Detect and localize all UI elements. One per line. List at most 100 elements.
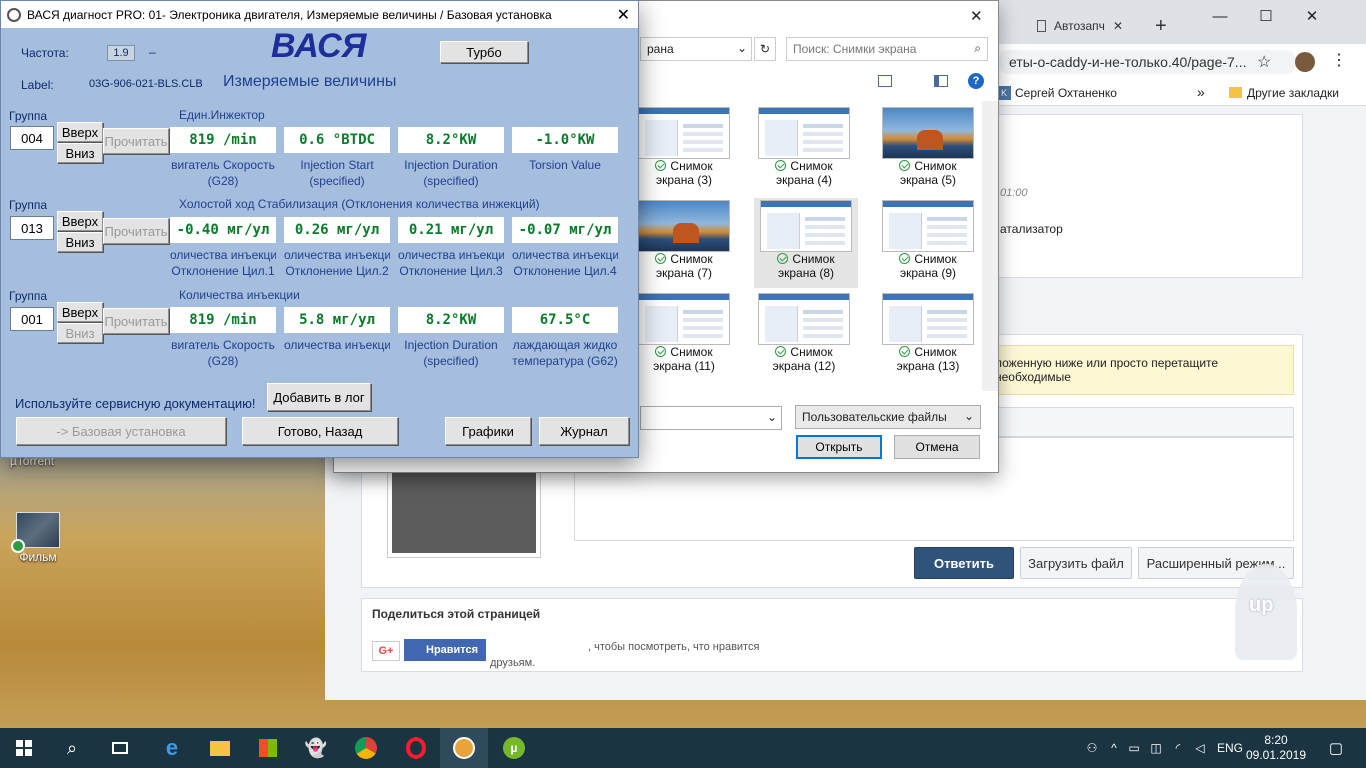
value-field: 0.6 °BTDC xyxy=(284,127,390,153)
value-caption: вигатель Скорость (G28) xyxy=(171,338,275,368)
file-thumb[interactable]: Снимок экрана (11) xyxy=(634,293,734,373)
ghost-app-icon[interactable]: 👻 xyxy=(292,728,340,768)
add-to-log-button[interactable]: Добавить в лог xyxy=(267,383,371,411)
star-icon[interactable]: ☆ xyxy=(1257,52,1271,72)
bookmark-user[interactable]: Сергей Охтаненко xyxy=(1015,86,1117,100)
chrome-icon[interactable] xyxy=(342,728,390,768)
filename-input[interactable]: ⌄ xyxy=(640,406,782,430)
basic-setup-button[interactable]: -> Базовая установка xyxy=(16,417,226,445)
value-caption: Injection Start (specified) xyxy=(300,158,374,188)
bookmarks-more[interactable]: » xyxy=(1197,84,1205,100)
battery-icon[interactable]: ▭ xyxy=(1124,728,1144,768)
group-down-button[interactable]: Вниз xyxy=(57,323,103,343)
view-icon[interactable] xyxy=(878,75,892,87)
notifications-icon[interactable]: ▢ xyxy=(1318,728,1354,768)
vasya-window: ВАСЯ диагност PRO: 01- Электроника двига… xyxy=(0,0,639,458)
thumb-image xyxy=(882,293,974,345)
done-back-button[interactable]: Готово, Назад xyxy=(242,417,398,445)
group-heading: Холостой ход Стабилизация (Отклонения ко… xyxy=(179,197,540,211)
file-thumb[interactable]: Снимок экрана (9) xyxy=(878,200,978,280)
network-icon[interactable]: ◫ xyxy=(1146,728,1166,768)
pane-icon[interactable] xyxy=(934,75,948,87)
people-icon[interactable]: ⚇ xyxy=(1082,728,1102,768)
maximize-icon[interactable]: ☐ xyxy=(1243,0,1289,32)
wifi-icon[interactable]: ◜ xyxy=(1168,728,1188,768)
read-button[interactable]: Прочитать xyxy=(103,308,169,334)
like-text: , чтобы посмотреть, что нравится xyxy=(588,641,760,653)
search-icon[interactable]: ⌕ xyxy=(48,728,96,768)
upload-file-button[interactable]: Загрузить файл xyxy=(1020,547,1132,579)
close-icon[interactable]: ✕ xyxy=(617,5,630,25)
explorer-icon[interactable] xyxy=(196,728,244,768)
journal-button[interactable]: Журнал xyxy=(539,417,629,445)
group-number-input[interactable]: 013 xyxy=(10,216,54,240)
graphs-button[interactable]: Графики xyxy=(445,417,531,445)
group-down-button[interactable]: Вниз xyxy=(57,232,103,252)
search-input[interactable]: Поиск: Снимки экрана ⌕ xyxy=(786,37,988,61)
group-number-input[interactable]: 001 xyxy=(10,307,54,331)
menu-icon[interactable]: ⋮ xyxy=(1331,50,1347,70)
service-hint: Используйте сервисную документацию! xyxy=(15,396,256,411)
file-thumb[interactable]: Снимок экрана (12) xyxy=(754,293,854,373)
read-button[interactable]: Прочитать xyxy=(103,218,169,244)
address-bar[interactable]: еты-о-caddy-и-не-только.40/page-7... xyxy=(997,50,1297,74)
read-button[interactable]: Прочитать xyxy=(103,128,169,154)
desktop-icon-film[interactable]: Фильм xyxy=(6,512,70,564)
file-thumb-selected[interactable]: Снимок экрана (8) xyxy=(754,198,858,288)
file-thumb[interactable]: Снимок экрана (4) xyxy=(754,107,854,187)
group-up-button[interactable]: Вверх xyxy=(57,211,103,231)
task-view-icon[interactable] xyxy=(96,728,144,768)
dialog-scrollbar[interactable] xyxy=(982,101,998,391)
value-field: 819 /min xyxy=(170,127,276,153)
thumb-image xyxy=(758,107,850,159)
open-button[interactable]: Открыть xyxy=(796,435,882,459)
file-thumb[interactable]: Снимок экрана (7) xyxy=(634,200,734,280)
gplus-button[interactable]: G+ xyxy=(372,641,400,661)
avatar[interactable] xyxy=(1295,52,1315,72)
store-icon[interactable] xyxy=(244,728,292,768)
vasya-app-icon[interactable] xyxy=(440,728,488,768)
file-type-select[interactable]: Пользовательские файлы ⌄ xyxy=(795,405,981,429)
close-tab-icon[interactable]: ✕ xyxy=(1113,19,1123,33)
document-icon xyxy=(1037,20,1046,32)
group-number-input[interactable]: 004 xyxy=(10,126,54,150)
file-thumb[interactable]: Снимок экрана (13) xyxy=(878,293,978,373)
close-icon[interactable]: ✕ xyxy=(1289,0,1335,32)
edge-icon[interactable]: e xyxy=(148,728,196,768)
group-label: Группа xyxy=(9,109,48,123)
group-up-button[interactable]: Вверх xyxy=(57,302,103,322)
start-button[interactable] xyxy=(0,728,48,768)
language-indicator[interactable]: ENG xyxy=(1214,728,1246,768)
browser-tab-autoparts[interactable]: Автозапч ✕ xyxy=(1025,8,1135,44)
volume-icon[interactable]: ◁ xyxy=(1190,728,1210,768)
value-field: 819 /min xyxy=(170,307,276,333)
dialog-close-icon[interactable]: ✕ xyxy=(970,7,983,25)
cancel-button[interactable]: Отмена xyxy=(894,435,980,459)
mode-subtitle: Измеряемые величины xyxy=(223,73,397,90)
clock[interactable]: 8:20 09.01.2019 xyxy=(1246,728,1306,768)
refresh-icon[interactable]: ↻ xyxy=(754,37,776,61)
desktop-icon-label: Фильм xyxy=(19,550,57,564)
windows-icon xyxy=(16,740,32,756)
file-thumb[interactable]: Снимок экрана (5) xyxy=(878,107,978,187)
turbo-button[interactable]: Турбо xyxy=(440,41,528,63)
group-down-button[interactable]: Вниз xyxy=(57,143,103,163)
like-button[interactable]: Нравится xyxy=(404,639,486,661)
minimize-icon[interactable]: — xyxy=(1197,0,1243,32)
file-thumb[interactable]: Снимок экрана (3) xyxy=(634,107,734,187)
utorrent-icon[interactable]: µ xyxy=(490,728,538,768)
tray-expand-icon[interactable]: ^ xyxy=(1104,728,1124,768)
help-icon[interactable]: ? xyxy=(968,73,984,89)
clock-time: 8:20 xyxy=(1264,733,1288,747)
opera-icon[interactable] xyxy=(392,728,440,768)
bookmark-other[interactable]: Другие закладки xyxy=(1247,86,1339,100)
value-caption: вигатель Скорость (G28) xyxy=(171,158,275,188)
scroll-up-badge[interactable]: up xyxy=(1235,564,1297,660)
path-box[interactable]: рана ⌄ xyxy=(640,37,752,61)
group-up-button[interactable]: Вверх xyxy=(57,122,103,142)
new-tab-button[interactable]: + xyxy=(1143,8,1179,44)
reply-button[interactable]: Ответить xyxy=(914,547,1014,579)
window-title: ВАСЯ диагност PRO: 01- Электроника двига… xyxy=(27,7,552,22)
value-field: 67.5°C xyxy=(512,307,618,333)
sync-ok-icon xyxy=(899,253,911,264)
